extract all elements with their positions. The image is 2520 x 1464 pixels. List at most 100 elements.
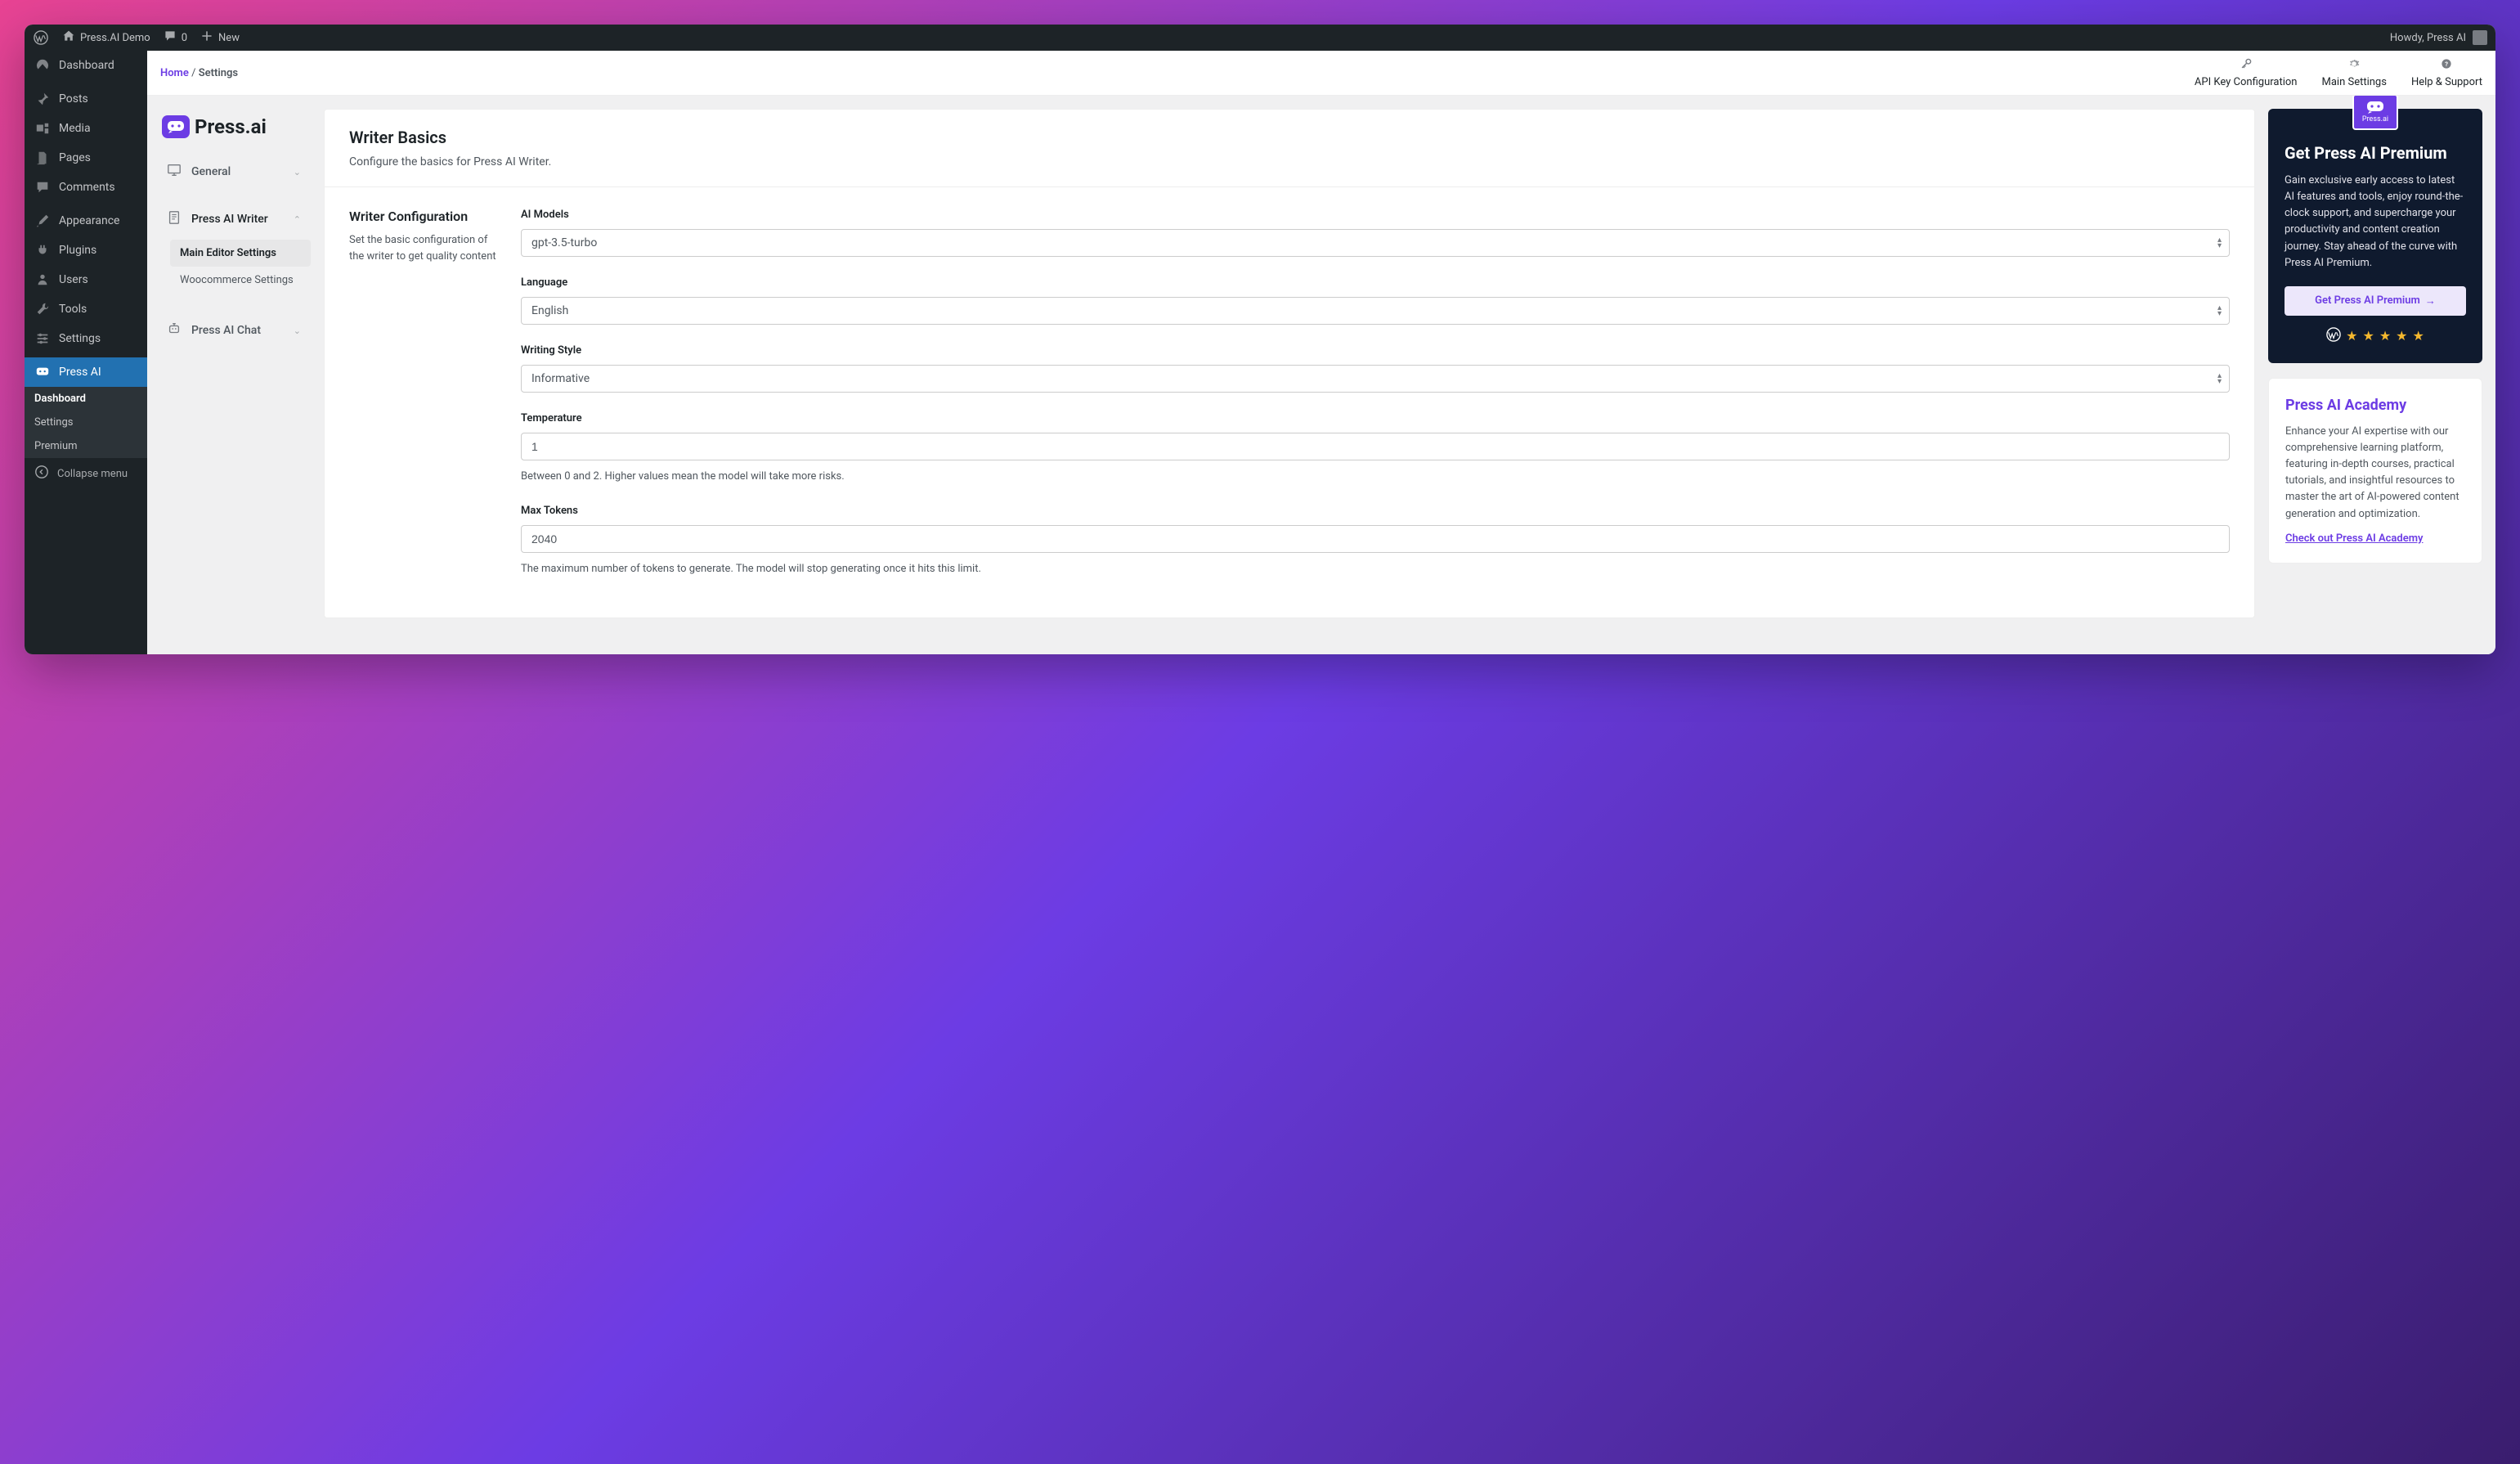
sidebar-item-pressai[interactable]: Press AI (25, 357, 147, 387)
top-nav: Home / Settings API Key Configuration Ma… (147, 51, 2495, 96)
nav-main-editor[interactable]: Main Editor Settings (170, 240, 311, 267)
wp-badge-icon (2326, 327, 2341, 345)
comments-link[interactable]: 0 (164, 29, 187, 46)
nav-general[interactable]: General ⌄ (157, 155, 311, 189)
nav-writer[interactable]: Press AI Writer ⌃ (157, 202, 311, 236)
help-icon: ? (2441, 58, 2452, 73)
wp-logo-icon[interactable] (33, 29, 49, 46)
premium-text: Gain exclusive early access to latest AI… (2285, 173, 2466, 272)
tab-help[interactable]: ? Help & Support (2411, 55, 2482, 92)
sidebar-item-tools[interactable]: Tools (25, 294, 147, 324)
select-writing-style[interactable]: Informative (521, 365, 2230, 393)
chevron-down-icon: ⌄ (294, 167, 301, 177)
pin-icon (34, 91, 51, 107)
star-icon: ★ (2346, 328, 2357, 344)
help-max-tokens: The maximum number of tokens to generate… (521, 561, 2230, 577)
comments-count: 0 (182, 32, 187, 44)
wrench-icon (34, 301, 51, 317)
new-label: New (218, 32, 240, 44)
premium-title: Get Press AI Premium (2285, 143, 2466, 163)
dashboard-icon (34, 57, 51, 74)
label-writing-style: Writing Style (521, 344, 2230, 357)
section-title: Writer Configuration (349, 209, 496, 224)
settings-sidebar: Press.ai General ⌄ Press AI Writer (147, 109, 311, 348)
submenu-settings[interactable]: Settings (25, 411, 147, 434)
comment-icon (34, 179, 51, 195)
comment-icon (164, 29, 177, 46)
star-half-icon: ★ (2413, 328, 2424, 344)
new-link[interactable]: New (200, 29, 240, 46)
site-title-link[interactable]: Press.AI Demo (62, 29, 150, 46)
collapse-menu[interactable]: Collapse menu (25, 458, 147, 489)
star-icon: ★ (2396, 328, 2407, 344)
academy-title: Press AI Academy (2285, 397, 2465, 414)
plug-icon (34, 242, 51, 258)
breadcrumb: Home / Settings (160, 67, 238, 79)
breadcrumb-home[interactable]: Home (160, 67, 189, 79)
premium-rating: ★ ★ ★ ★ ★ (2285, 327, 2466, 345)
user-icon (34, 272, 51, 288)
sidebar-item-settings[interactable]: Settings (25, 324, 147, 353)
section-desc: Set the basic configuration of the write… (349, 232, 496, 264)
card-title: Writer Basics (349, 128, 2230, 147)
svg-text:?: ? (2446, 60, 2449, 67)
input-max-tokens[interactable] (521, 525, 2230, 553)
collapse-icon (34, 465, 49, 483)
star-icon: ★ (2362, 328, 2374, 344)
academy-text: Enhance your AI expertise with our compr… (2285, 424, 2465, 523)
input-temperature[interactable] (521, 433, 2230, 460)
academy-link[interactable]: Check out Press AI Academy (2285, 532, 2423, 545)
academy-card: Press AI Academy Enhance your AI experti… (2268, 378, 2482, 564)
label-temperature: Temperature (521, 412, 2230, 424)
chevron-down-icon: ⌄ (294, 326, 301, 336)
sidebar-item-media[interactable]: Media (25, 114, 147, 143)
monitor-icon (167, 163, 183, 181)
label-ai-models: AI Models (521, 209, 2230, 221)
sidebar-label: Dashboard (59, 59, 114, 72)
arrow-right-icon: → (2425, 294, 2436, 308)
sidebar-item-pages[interactable]: Pages (25, 143, 147, 173)
nav-chat[interactable]: Press AI Chat ⌄ (157, 313, 311, 348)
robot-icon (167, 321, 183, 339)
doc-icon (167, 210, 183, 228)
nav-woo[interactable]: Woocommerce Settings (170, 267, 311, 294)
key-icon (2240, 58, 2252, 73)
tab-main-settings[interactable]: Main Settings (2321, 55, 2386, 92)
sidebar-item-comments[interactable]: Comments (25, 173, 147, 202)
chevron-up-icon: ⌃ (294, 214, 301, 225)
admin-bar: Press.AI Demo 0 New Howdy, Press AI (25, 25, 2495, 51)
submenu-premium[interactable]: Premium (25, 434, 147, 458)
brush-icon (34, 213, 51, 229)
sidebar-item-posts[interactable]: Posts (25, 84, 147, 114)
sidebar-item-dashboard[interactable]: Dashboard (25, 51, 147, 80)
label-max-tokens: Max Tokens (521, 505, 2230, 517)
card-subtitle: Configure the basics for Press AI Writer… (349, 155, 2230, 168)
help-temperature: Between 0 and 2. Higher values mean the … (521, 469, 2230, 485)
select-language[interactable]: English (521, 297, 2230, 325)
select-ai-models[interactable]: gpt-3.5-turbo (521, 229, 2230, 257)
premium-logo-icon: Press.ai (2352, 96, 2398, 130)
gear-icon (2348, 58, 2360, 73)
breadcrumb-current: Settings (199, 67, 238, 79)
avatar[interactable] (2473, 30, 2487, 45)
settings-card: Writer Basics Configure the basics for P… (324, 109, 2255, 618)
site-title: Press.AI Demo (80, 32, 150, 44)
tab-api-key[interactable]: API Key Configuration (2195, 55, 2298, 92)
premium-card: Press.ai Get Press AI Premium Gain exclu… (2268, 109, 2482, 363)
submenu-dashboard[interactable]: Dashboard (25, 387, 147, 411)
media-icon (34, 120, 51, 137)
label-language: Language (521, 276, 2230, 289)
logo-chip-icon (162, 115, 190, 138)
sidebar-item-appearance[interactable]: Appearance (25, 206, 147, 236)
chat-icon (34, 364, 51, 380)
home-icon (62, 29, 75, 46)
sidebar-item-users[interactable]: Users (25, 265, 147, 294)
howdy-text[interactable]: Howdy, Press AI (2390, 32, 2466, 44)
sidebar-item-plugins[interactable]: Plugins (25, 236, 147, 265)
star-icon: ★ (2379, 328, 2391, 344)
sliders-icon (34, 330, 51, 347)
premium-button[interactable]: Get Press AI Premium → (2285, 286, 2466, 316)
plus-icon (200, 29, 213, 46)
pressai-logo: Press.ai (162, 115, 306, 138)
pages-icon (34, 150, 51, 166)
